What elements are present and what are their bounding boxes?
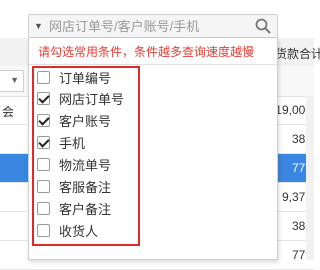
checkbox[interactable] — [37, 223, 50, 237]
search-condition-panel: 请勾选常用条件，条件越多查询速度越慢 订单编号网店订单号客户账号手机物流单号客服… — [28, 38, 278, 260]
checkbox[interactable] — [37, 91, 50, 105]
chevron-down-icon: ▼ — [10, 75, 19, 85]
condition-option[interactable]: 客服备注 — [37, 176, 111, 196]
condition-option[interactable]: 订单编号 — [37, 67, 111, 87]
condition-hint: 请勾选常用条件，条件越多查询速度越慢 — [38, 45, 255, 59]
condition-option-label: 收货人 — [59, 223, 99, 239]
search-input[interactable] — [49, 16, 249, 36]
column-header-total[interactable]: 货款合计 — [275, 45, 320, 62]
search-icon[interactable] — [254, 17, 272, 35]
condition-option[interactable]: 客户账号 — [37, 110, 111, 130]
condition-option-label: 手机 — [59, 135, 86, 151]
condition-option[interactable]: 收货人 — [37, 220, 98, 240]
table-cell: 会 — [2, 105, 15, 119]
search-type-dropdown-icon[interactable]: ▼ — [34, 21, 43, 31]
condition-option[interactable]: 网店订单号 — [37, 88, 124, 108]
checkbox[interactable] — [37, 135, 50, 149]
scrollbar[interactable] — [306, 96, 314, 260]
condition-option[interactable]: 客户备注 — [37, 198, 111, 218]
condition-option-label: 客户账号 — [59, 113, 112, 129]
order-search-box[interactable]: ▼ — [28, 14, 278, 38]
condition-option[interactable]: 物流单号 — [37, 154, 111, 174]
condition-option-label: 订单编号 — [59, 70, 112, 86]
checkbox[interactable] — [37, 157, 50, 171]
condition-option-label: 客服备注 — [59, 179, 112, 195]
divider — [29, 64, 277, 65]
condition-option-label: 网店订单号 — [59, 91, 125, 107]
checkbox[interactable] — [37, 179, 50, 193]
checkbox[interactable] — [37, 201, 50, 215]
condition-option-label: 客户备注 — [59, 201, 112, 217]
condition-option[interactable]: 手机 — [37, 132, 85, 152]
checkbox[interactable] — [37, 113, 50, 127]
checkbox[interactable] — [37, 70, 50, 84]
filter-select[interactable]: ▼ — [0, 70, 24, 92]
condition-option-label: 物流单号 — [59, 157, 112, 173]
